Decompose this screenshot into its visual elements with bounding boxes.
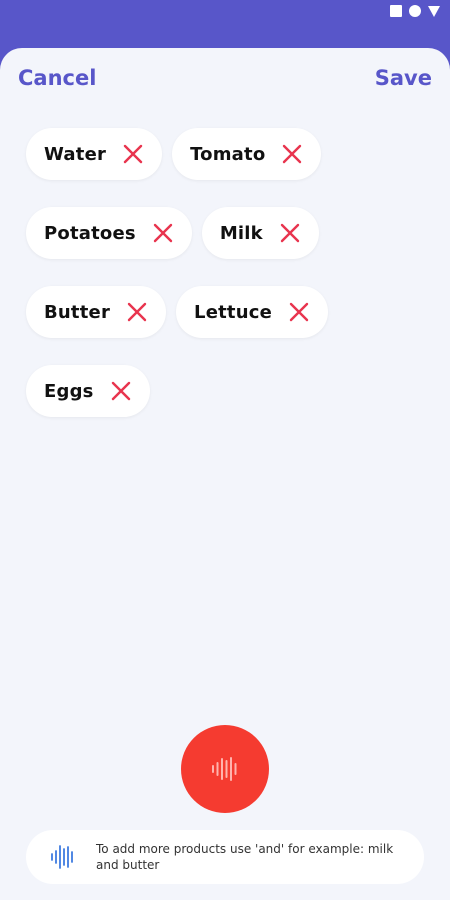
- circle-icon: [409, 5, 421, 17]
- close-icon[interactable]: [126, 301, 148, 323]
- close-icon[interactable]: [281, 143, 303, 165]
- save-button[interactable]: Save: [375, 66, 432, 90]
- chip-label: Potatoes: [44, 222, 136, 244]
- close-icon[interactable]: [122, 143, 144, 165]
- voice-input-button[interactable]: [181, 725, 269, 813]
- chip-label: Butter: [44, 301, 111, 323]
- sound-wave-icon: [212, 757, 237, 781]
- product-chip: Eggs: [26, 365, 150, 417]
- product-chip: Tomato: [172, 128, 322, 180]
- chip-label: Tomato: [190, 143, 266, 165]
- close-icon[interactable]: [279, 222, 301, 244]
- status-icons: [390, 5, 440, 17]
- chip-label: Eggs: [44, 380, 94, 402]
- close-icon[interactable]: [152, 222, 174, 244]
- product-chip: Water: [26, 128, 163, 180]
- hint-text: To add more products use 'and' for examp…: [96, 842, 394, 872]
- close-icon[interactable]: [110, 380, 132, 402]
- chip-row: Water Tomato: [26, 128, 426, 180]
- status-bar: [0, 0, 450, 40]
- hint-box: To add more products use 'and' for examp…: [26, 830, 424, 884]
- bottom-sheet: Cancel Save Water Tomato Potatoes Milk B…: [0, 48, 450, 900]
- triangle-icon: [428, 5, 440, 17]
- product-chip: Lettuce: [176, 286, 329, 338]
- square-icon: [390, 5, 402, 17]
- product-chip: Milk: [201, 207, 319, 259]
- product-chip: Butter: [26, 286, 167, 338]
- product-chip: Potatoes: [26, 207, 192, 259]
- product-chips: Water Tomato Potatoes Milk Butter Lettuc…: [26, 128, 426, 444]
- chip-label: Milk: [219, 222, 263, 244]
- chip-row: Potatoes Milk: [26, 207, 426, 259]
- sound-wave-icon: [51, 845, 73, 869]
- close-icon[interactable]: [288, 301, 310, 323]
- cancel-button[interactable]: Cancel: [18, 66, 96, 90]
- chip-row: Butter Lettuce: [26, 286, 426, 338]
- chip-row: Eggs: [26, 365, 426, 417]
- chip-label: Water: [44, 143, 107, 165]
- chip-label: Lettuce: [194, 301, 273, 323]
